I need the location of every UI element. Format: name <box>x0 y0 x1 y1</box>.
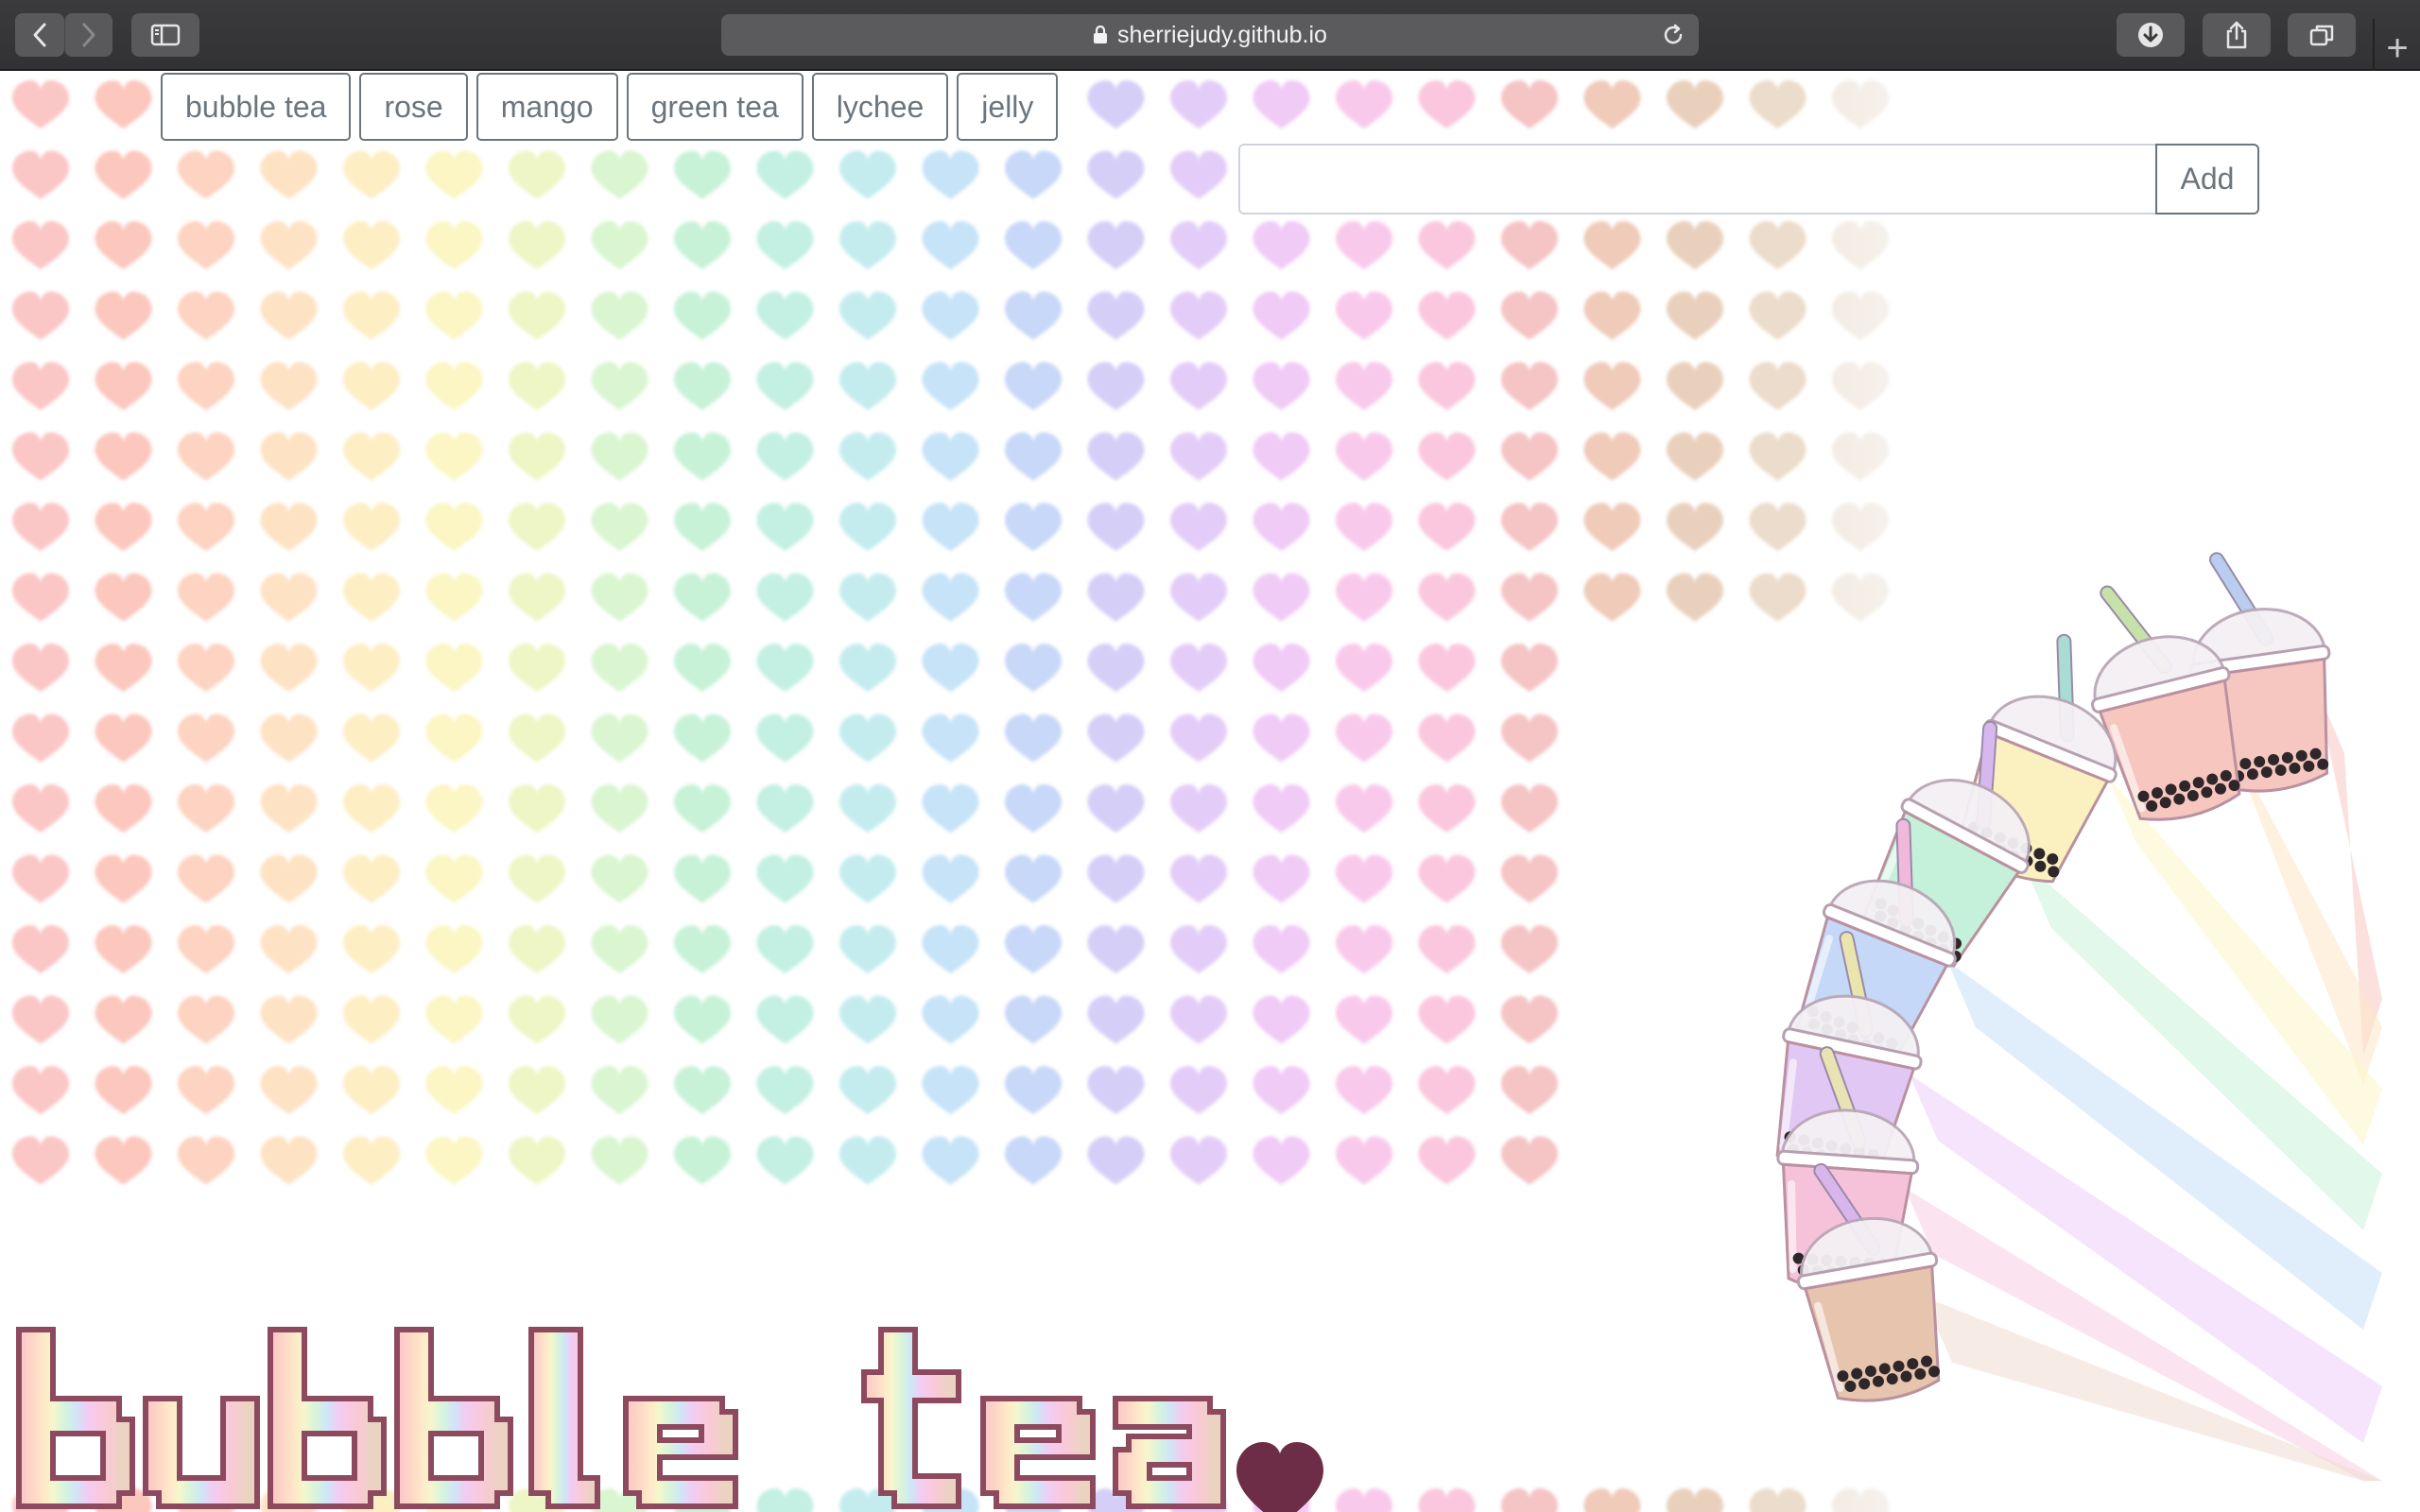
tab-overview-icon <box>2309 25 2334 46</box>
flavor-button-green-tea[interactable]: green tea <box>626 73 804 141</box>
chevron-left-icon <box>33 23 46 47</box>
heart-icon <box>1236 1442 1323 1512</box>
flavor-button-lychee[interactable]: lychee <box>811 73 949 141</box>
download-icon <box>2138 23 2163 47</box>
url-text: sherriejudy.github.io <box>1117 21 1327 48</box>
flavor-button-bubble-tea[interactable]: bubble tea <box>161 73 352 141</box>
flavor-button-rose[interactable]: rose <box>359 73 468 141</box>
sidebar-icon <box>150 24 181 46</box>
address-bar[interactable]: sherriejudy.github.io <box>721 14 1699 56</box>
add-button[interactable]: Add <box>2155 144 2259 215</box>
share-button[interactable] <box>2203 13 2271 57</box>
back-button[interactable] <box>15 13 64 57</box>
downloads-button[interactable] <box>2117 13 2185 57</box>
tab-overview-button[interactable] <box>2288 13 2356 57</box>
reload-icon[interactable] <box>1661 23 1685 47</box>
add-flavor-form: Add <box>1238 144 2259 215</box>
web-page: bubble tea rose mango green tea lychee jelly … <box>0 73 2420 1512</box>
browser-toolbar: sherriejudy.github.io + <box>0 0 2420 71</box>
share-icon <box>2226 21 2247 49</box>
forward-button[interactable] <box>64 13 112 57</box>
add-flavor-input[interactable] <box>1238 144 2155 215</box>
flavor-button-jelly[interactable]: jelly <box>957 73 1059 141</box>
bubble-tea-cups-illustration <box>1775 552 2382 1481</box>
flavor-button-mango[interactable]: mango <box>475 73 618 141</box>
flavor-buttons: bubble tea rose mango green tea lychee jelly <box>161 73 1059 141</box>
chevron-right-icon <box>82 23 95 47</box>
new-tab-button[interactable]: + <box>2375 25 2420 72</box>
lock-icon <box>1094 26 1108 43</box>
bubble-tea-logo <box>16 1327 1323 1512</box>
sidebar-button[interactable] <box>131 13 199 57</box>
